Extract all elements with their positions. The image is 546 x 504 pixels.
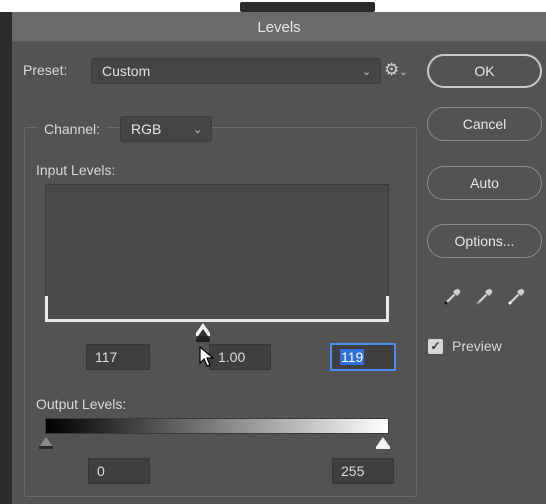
channel-dropdown[interactable]: RGB ⌄ xyxy=(120,116,212,142)
channel-label: Channel: xyxy=(44,121,101,137)
output-gradient-bar xyxy=(45,418,389,434)
output-black-slider-base xyxy=(39,446,53,449)
channel-value: RGB xyxy=(131,121,162,137)
ok-button[interactable]: OK xyxy=(427,54,542,88)
background-strip xyxy=(0,0,546,12)
output-black-value: 0 xyxy=(97,463,105,479)
input-levels-label: Input Levels: xyxy=(36,162,116,178)
output-white-slider-base xyxy=(376,446,390,449)
output-levels-label: Output Levels: xyxy=(36,396,127,412)
histogram-baseline xyxy=(45,319,389,322)
input-white-value: 119 xyxy=(340,349,365,365)
output-white-field[interactable]: 255 xyxy=(332,458,394,484)
title-bar[interactable]: Levels xyxy=(12,12,546,42)
mouse-cursor-icon xyxy=(199,346,215,367)
input-black-value: 117 xyxy=(95,349,118,365)
chevron-down-icon: ⌄ xyxy=(193,124,203,136)
input-gamma-field[interactable]: 1.00 xyxy=(209,344,271,370)
cancel-button[interactable]: Cancel xyxy=(427,107,542,141)
levels-dialog: Levels Preset: Custom ⌄ ⚙⌄ Channel: RGB … xyxy=(12,12,546,504)
histogram-spike-right xyxy=(386,296,389,321)
gear-icon[interactable]: ⚙⌄ xyxy=(384,60,408,80)
preview-label: Preview xyxy=(452,338,502,354)
dialog-title: Levels xyxy=(257,19,301,36)
options-button[interactable]: Options... xyxy=(427,224,542,258)
gray-eyedropper-icon[interactable] xyxy=(474,285,496,307)
histogram-spike-left xyxy=(45,296,48,321)
input-black-slider-base xyxy=(196,339,210,342)
preset-label: Preset: xyxy=(23,62,68,78)
input-gamma-value: 1.00 xyxy=(218,349,246,365)
input-black-slider-handle[interactable] xyxy=(196,329,210,339)
channel-label-wrap: Channel: xyxy=(38,116,107,144)
output-white-value: 255 xyxy=(341,463,365,479)
background-mark xyxy=(240,2,375,12)
output-black-field[interactable]: 0 xyxy=(88,458,150,484)
white-eyedropper-icon[interactable] xyxy=(506,285,528,307)
preset-value: Custom xyxy=(102,63,151,79)
chevron-down-icon: ⌄ xyxy=(362,66,372,78)
preview-checkbox[interactable]: ✓ xyxy=(428,339,443,354)
input-black-field[interactable]: 117 xyxy=(86,344,150,370)
preset-dropdown[interactable]: Custom ⌄ xyxy=(91,58,381,84)
auto-button[interactable]: Auto xyxy=(427,166,542,200)
input-white-field[interactable]: 119 xyxy=(330,343,396,371)
black-eyedropper-icon[interactable] xyxy=(442,285,464,307)
histogram xyxy=(45,184,389,320)
